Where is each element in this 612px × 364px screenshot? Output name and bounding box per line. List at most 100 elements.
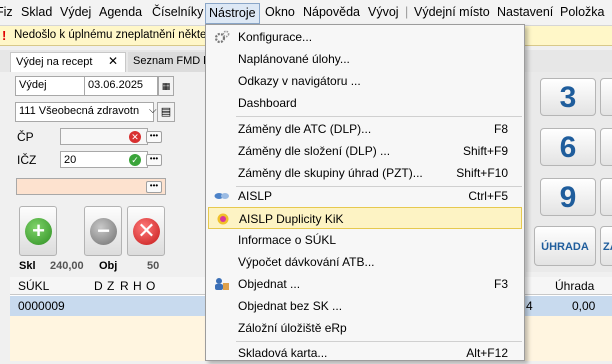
menu-item-label: Informace o SÚKL	[238, 233, 337, 247]
menu-item-shortcut: Alt+F12	[466, 346, 508, 360]
plus-icon: +	[25, 218, 52, 245]
key-edge-2[interactable]	[600, 128, 612, 166]
close-icon: ✕	[133, 218, 160, 245]
issue-type-field[interactable]: Výdej	[15, 76, 89, 96]
menu-item-zameny-atc[interactable]: Záměny dle ATC (DLP)... F8	[208, 118, 522, 140]
nastroje-menu: Konfigurace... Naplánované úlohy... Odka…	[205, 24, 525, 361]
minus-icon: −	[90, 218, 117, 245]
menu-item-shortcut: Shift+F9	[462, 144, 508, 158]
cp-lookup-button[interactable]: •••	[146, 131, 162, 143]
menu-item-label: AISLP	[238, 189, 273, 203]
menu-soubor[interactable]: Fiz	[0, 5, 13, 19]
menu-separator: |	[405, 5, 409, 19]
tab-close-icon[interactable]: ✕	[108, 54, 118, 68]
menu-item-shortcut: F8	[493, 122, 508, 136]
prescriber-lookup-button[interactable]: •••	[146, 181, 162, 193]
menu-bar: Fiz Sklad Výdej Agenda Číselníky Nástroj…	[0, 0, 612, 26]
menu-item-shortcut: Ctrl+F5	[468, 189, 508, 203]
gears-icon	[214, 30, 230, 44]
menu-ciselniky[interactable]: Číselníky	[152, 5, 203, 19]
menu-item-label: AISLP Duplicity KiK	[239, 212, 344, 226]
warning-text: Nedošlo k úplnému zneplatnění někte	[14, 29, 207, 41]
menu-item-shortcut: Shift+F10	[456, 166, 508, 180]
key-9[interactable]: 9	[540, 178, 596, 216]
tab-fmd-label: Seznam FMD k	[133, 55, 209, 67]
cancel-button[interactable]: ✕	[127, 206, 165, 256]
menu-okno[interactable]: Okno	[265, 5, 295, 19]
menu-nastaveni[interactable]: Nastavení	[497, 5, 553, 19]
add-button[interactable]: +	[19, 206, 57, 256]
grid-icon[interactable]: ▤	[157, 102, 175, 122]
menu-item-label: Konfigurace...	[238, 30, 313, 44]
menu-item-label: Dashboard	[238, 96, 297, 110]
menu-item-dashboard[interactable]: Dashboard	[208, 92, 522, 114]
menu-item-zameny-slozeni[interactable]: Záměny dle složení (DLP) ... Shift+F9	[208, 140, 522, 162]
key-edge-3[interactable]	[600, 178, 612, 216]
menu-item-zalozni-uloziste[interactable]: Záložní úložiště eRp	[208, 317, 522, 339]
col-sukl[interactable]: SÚKL	[18, 279, 49, 293]
duplicity-icon	[215, 212, 231, 226]
insurer-select[interactable]: 111 Všeobecná zdravotn	[15, 102, 154, 122]
col-o[interactable]: O	[146, 279, 155, 293]
partial-payment-button[interactable]: ZÁ	[600, 226, 612, 266]
obj-label: Obj	[99, 260, 118, 272]
menu-vydej[interactable]: Výdej	[60, 5, 91, 19]
invalid-icon: ✕	[129, 131, 141, 143]
menu-item-informace-sukl[interactable]: Informace o SÚKL	[208, 229, 522, 251]
chevron-down-icon[interactable]: ⌵	[149, 105, 157, 116]
menu-item-label: Odkazy v navigátoru ...	[238, 74, 361, 88]
menu-vyvoj[interactable]: Vývoj	[368, 5, 399, 19]
tab-issue-label: Výdej na recept	[16, 56, 93, 68]
obj-value: 50	[147, 260, 160, 272]
menu-agenda[interactable]: Agenda	[99, 5, 142, 19]
menu-item-konfigurace[interactable]: Konfigurace...	[208, 26, 522, 48]
menu-item-aislp[interactable]: AISLP Ctrl+F5	[208, 185, 522, 207]
remove-button[interactable]: −	[84, 206, 122, 256]
menu-item-label: Záměny dle složení (DLP) ...	[238, 144, 391, 158]
order-icon	[214, 277, 230, 291]
menu-sklad[interactable]: Sklad	[21, 5, 52, 19]
calendar-icon[interactable]: ▦	[158, 76, 174, 96]
menu-item-odkazy[interactable]: Odkazy v navigátoru ...	[208, 70, 522, 92]
col-uhrada[interactable]: Úhrada	[555, 279, 594, 293]
prescriber-field[interactable]	[16, 178, 166, 195]
menu-item-label: Záložní úložiště eRp	[238, 321, 347, 335]
cell-sukl: 0000009	[18, 299, 65, 313]
menu-item-label: Skladová karta...	[238, 346, 328, 360]
menu-item-objednat-bez-sk[interactable]: Objednat bez SK ...	[208, 295, 522, 317]
date-field[interactable]: 03.06.2025	[84, 76, 158, 96]
payment-button[interactable]: ÚHRADA	[534, 226, 596, 266]
key-edge-1[interactable]	[600, 78, 612, 116]
col-d[interactable]: D	[94, 279, 103, 293]
menu-napoveda[interactable]: Nápověda	[303, 5, 360, 19]
menu-item-label: Naplánované úlohy...	[238, 52, 350, 66]
menu-separator	[236, 116, 522, 117]
menu-item-objednat[interactable]: Objednat ... F3	[208, 273, 522, 295]
issue-form: Výdej 03.06.2025 ▦ 111 Všeobecná zdravot…	[10, 72, 206, 272]
cell-mid: 4	[526, 299, 533, 313]
menu-item-aislp-duplicity[interactable]: AISLP Duplicity KiK	[208, 207, 522, 229]
menu-item-label: Objednat bez SK ...	[238, 299, 343, 313]
valid-check-icon: ✓	[129, 154, 141, 166]
col-r[interactable]: R	[120, 279, 129, 293]
cp-label: ČP	[17, 130, 34, 144]
menu-item-naplanovane-ulohy[interactable]: Naplánované úlohy...	[208, 48, 522, 70]
menu-item-label: Výpočet dávkování ATB...	[238, 255, 375, 269]
key-3[interactable]: 3	[540, 78, 596, 116]
tab-fmd-list[interactable]: Seznam FMD k	[128, 52, 209, 72]
menu-polozka[interactable]: Položka	[560, 5, 604, 19]
menu-item-shortcut: F3	[493, 277, 508, 291]
menu-item-label: Záměny dle ATC (DLP)...	[238, 122, 372, 136]
pills-icon	[214, 189, 230, 203]
menu-nastroje[interactable]: Nástroje	[205, 3, 260, 24]
icz-lookup-button[interactable]: •••	[146, 154, 162, 166]
skl-value: 240,00	[50, 260, 84, 272]
col-z[interactable]: Z	[107, 279, 114, 293]
menu-item-zameny-pzt[interactable]: Záměny dle skupiny úhrad (PZT)... Shift+…	[208, 162, 522, 184]
skl-label: Skl	[19, 260, 36, 272]
col-h[interactable]: H	[133, 279, 142, 293]
menu-vydejni-misto[interactable]: Výdejní místo	[414, 5, 490, 19]
menu-item-vypocet-atb[interactable]: Výpočet dávkování ATB...	[208, 251, 522, 273]
menu-item-label: Záměny dle skupiny úhrad (PZT)...	[238, 166, 423, 180]
key-6[interactable]: 6	[540, 128, 596, 166]
